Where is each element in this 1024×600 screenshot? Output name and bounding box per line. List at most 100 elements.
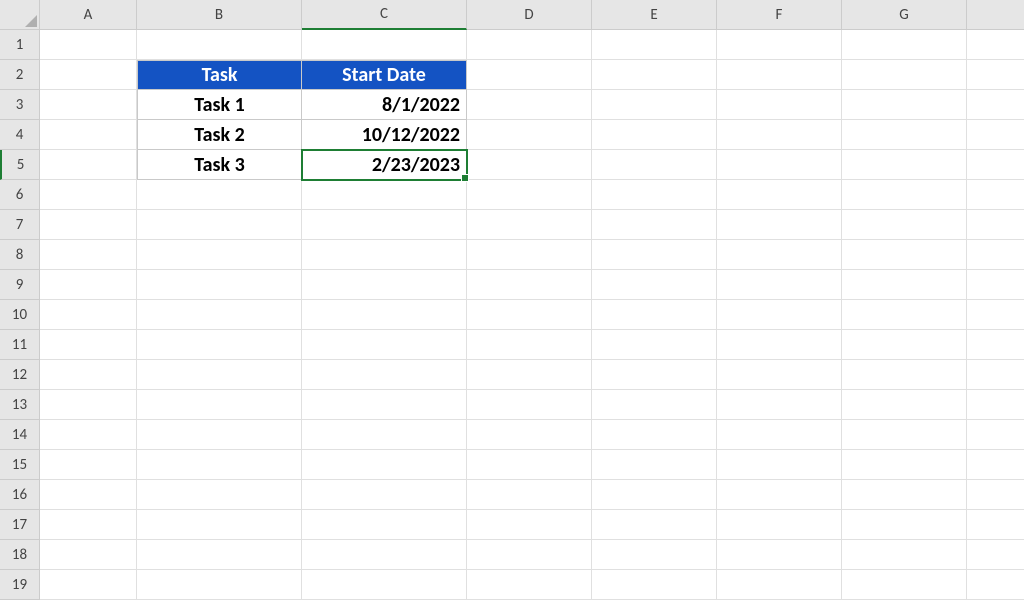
cell-H11[interactable] — [967, 330, 1024, 360]
cell-G13[interactable] — [842, 390, 967, 420]
col-header-G[interactable]: G — [842, 0, 967, 30]
table-row[interactable]: Task 3 — [137, 150, 302, 180]
cell-B1[interactable] — [137, 30, 302, 60]
cell-G16[interactable] — [842, 480, 967, 510]
cell-B14[interactable] — [137, 420, 302, 450]
cell-F10[interactable] — [717, 300, 842, 330]
cell-D14[interactable] — [467, 420, 592, 450]
cell-C18[interactable] — [302, 540, 467, 570]
cell-A19[interactable] — [40, 570, 137, 600]
cell-E14[interactable] — [592, 420, 717, 450]
cell-D11[interactable] — [467, 330, 592, 360]
cell-E10[interactable] — [592, 300, 717, 330]
cell-E8[interactable] — [592, 240, 717, 270]
cell-E13[interactable] — [592, 390, 717, 420]
row-header-5[interactable]: 5 — [0, 150, 40, 180]
row-header-14[interactable]: 14 — [0, 420, 40, 450]
cell-F15[interactable] — [717, 450, 842, 480]
cell-H14[interactable] — [967, 420, 1024, 450]
row-header-17[interactable]: 17 — [0, 510, 40, 540]
cell-B8[interactable] — [137, 240, 302, 270]
cell-E19[interactable] — [592, 570, 717, 600]
cell-F9[interactable] — [717, 270, 842, 300]
cell-H1[interactable] — [967, 30, 1024, 60]
cell-D18[interactable] — [467, 540, 592, 570]
select-all-corner[interactable] — [0, 0, 40, 30]
cell-B11[interactable] — [137, 330, 302, 360]
row-header-2[interactable]: 2 — [0, 60, 40, 90]
cell-F19[interactable] — [717, 570, 842, 600]
cell-E6[interactable] — [592, 180, 717, 210]
cell-E2[interactable] — [592, 60, 717, 90]
cell-F11[interactable] — [717, 330, 842, 360]
cell-B10[interactable] — [137, 300, 302, 330]
row-header-8[interactable]: 8 — [0, 240, 40, 270]
cell-A5[interactable] — [40, 150, 137, 180]
cell-H10[interactable] — [967, 300, 1024, 330]
cell-D12[interactable] — [467, 360, 592, 390]
cell-E9[interactable] — [592, 270, 717, 300]
cell-B19[interactable] — [137, 570, 302, 600]
cell-D19[interactable] — [467, 570, 592, 600]
cell-H8[interactable] — [967, 240, 1024, 270]
cell-B12[interactable] — [137, 360, 302, 390]
cell-F2[interactable] — [717, 60, 842, 90]
cell-H5[interactable] — [967, 150, 1024, 180]
cell-G3[interactable] — [842, 90, 967, 120]
row-header-18[interactable]: 18 — [0, 540, 40, 570]
cell-C14[interactable] — [302, 420, 467, 450]
row-header-6[interactable]: 6 — [0, 180, 40, 210]
cell-A1[interactable] — [40, 30, 137, 60]
cell-C19[interactable] — [302, 570, 467, 600]
cell-F1[interactable] — [717, 30, 842, 60]
cell-A4[interactable] — [40, 120, 137, 150]
cell-A10[interactable] — [40, 300, 137, 330]
cell-A13[interactable] — [40, 390, 137, 420]
cell-F5[interactable] — [717, 150, 842, 180]
col-header-C[interactable]: C — [302, 0, 467, 30]
table-row[interactable]: Task 1 — [137, 90, 302, 120]
cell-D8[interactable] — [467, 240, 592, 270]
cell-A17[interactable] — [40, 510, 137, 540]
cell-G12[interactable] — [842, 360, 967, 390]
cell-H17[interactable] — [967, 510, 1024, 540]
cell-G14[interactable] — [842, 420, 967, 450]
cell-D9[interactable] — [467, 270, 592, 300]
cell-H18[interactable] — [967, 540, 1024, 570]
cell-F4[interactable] — [717, 120, 842, 150]
cell-A3[interactable] — [40, 90, 137, 120]
table-header-task[interactable]: Task — [137, 60, 302, 90]
cell-C1[interactable] — [302, 30, 467, 60]
cell-E17[interactable] — [592, 510, 717, 540]
cell-A8[interactable] — [40, 240, 137, 270]
cell-F6[interactable] — [717, 180, 842, 210]
cell-G18[interactable] — [842, 540, 967, 570]
row-header-15[interactable]: 15 — [0, 450, 40, 480]
cell-H13[interactable] — [967, 390, 1024, 420]
col-header-H[interactable]: H — [967, 0, 1024, 30]
cell-G9[interactable] — [842, 270, 967, 300]
cell-G19[interactable] — [842, 570, 967, 600]
cell-A14[interactable] — [40, 420, 137, 450]
cell-H2[interactable] — [967, 60, 1024, 90]
cell-C10[interactable] — [302, 300, 467, 330]
cell-D17[interactable] — [467, 510, 592, 540]
cell-B9[interactable] — [137, 270, 302, 300]
cell-D13[interactable] — [467, 390, 592, 420]
row-header-10[interactable]: 10 — [0, 300, 40, 330]
cell-D15[interactable] — [467, 450, 592, 480]
cell-F18[interactable] — [717, 540, 842, 570]
row-header-7[interactable]: 7 — [0, 210, 40, 240]
cell-E15[interactable] — [592, 450, 717, 480]
cell-C9[interactable] — [302, 270, 467, 300]
cell-A9[interactable] — [40, 270, 137, 300]
cell-F16[interactable] — [717, 480, 842, 510]
cell-C6[interactable] — [302, 180, 467, 210]
cell-F8[interactable] — [717, 240, 842, 270]
cell-E3[interactable] — [592, 90, 717, 120]
cell-B13[interactable] — [137, 390, 302, 420]
row-header-16[interactable]: 16 — [0, 480, 40, 510]
row-header-9[interactable]: 9 — [0, 270, 40, 300]
row-header-19[interactable]: 19 — [0, 570, 40, 600]
cell-A12[interactable] — [40, 360, 137, 390]
